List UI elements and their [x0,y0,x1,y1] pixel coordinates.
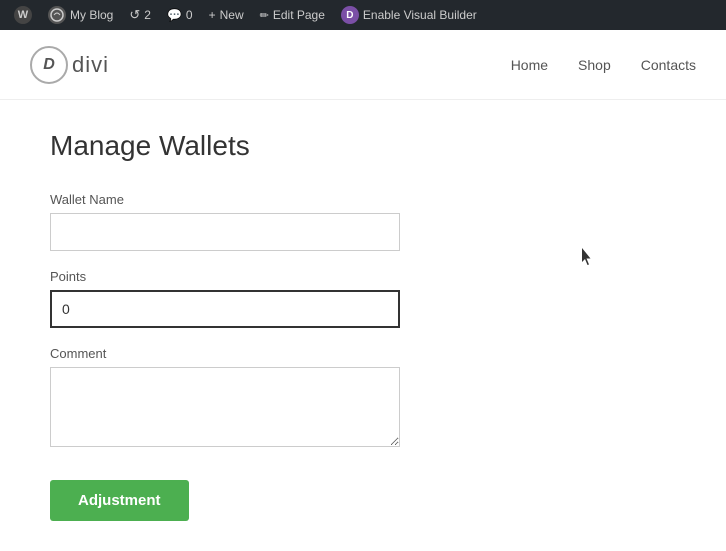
wallet-name-input[interactable] [50,213,400,251]
comments-count: 0 [186,8,193,22]
new-icon: + [209,8,216,22]
nav-shop[interactable]: Shop [578,57,611,73]
nav-home[interactable]: Home [511,57,548,73]
admin-bar-edit-page[interactable]: ✏ Edit Page [252,0,333,30]
my-blog-label: My Blog [70,8,113,22]
admin-bar-comments[interactable]: 💬 0 [159,0,201,30]
admin-bar-wp-logo[interactable]: W [6,0,40,30]
comment-label: Comment [50,346,676,361]
page-title: Manage Wallets [50,130,676,162]
divi-label: Enable Visual Builder [363,8,477,22]
edit-page-label: Edit Page [273,8,325,22]
main-content: Manage Wallets Wallet Name Points Commen… [0,100,726,551]
admin-bar: W My Blog ↺ 2 💬 0 + New ✏ Edit Page D En… [0,0,726,30]
comment-textarea[interactable] [50,367,400,447]
comments-icon: 💬 [167,8,182,22]
edit-icon: ✏ [260,9,269,22]
updates-icon: ↺ [129,7,140,23]
admin-bar-new[interactable]: + New [201,0,252,30]
admin-bar-updates[interactable]: ↺ 2 [121,0,159,30]
logo-circle-icon: D [30,46,68,84]
points-group: Points [50,269,676,328]
wallet-name-group: Wallet Name [50,192,676,251]
site-header: D divi Home Shop Contacts [0,30,726,100]
site-nav: Home Shop Contacts [511,57,696,73]
site-logo[interactable]: D divi [30,46,109,84]
admin-bar-my-blog[interactable]: My Blog [40,0,121,30]
wallet-name-label: Wallet Name [50,192,676,207]
new-label: New [220,8,244,22]
wp-logo-icon: W [14,6,32,24]
logo-text: divi [72,52,109,78]
my-blog-icon [48,6,66,24]
points-label: Points [50,269,676,284]
divi-icon: D [341,6,359,24]
adjustment-button[interactable]: Adjustment [50,480,189,521]
updates-count: 2 [144,8,151,22]
logo-letter: D [43,56,55,74]
comment-group: Comment [50,346,676,452]
admin-bar-divi[interactable]: D Enable Visual Builder [333,0,485,30]
nav-contacts[interactable]: Contacts [641,57,696,73]
points-input[interactable] [50,290,400,328]
